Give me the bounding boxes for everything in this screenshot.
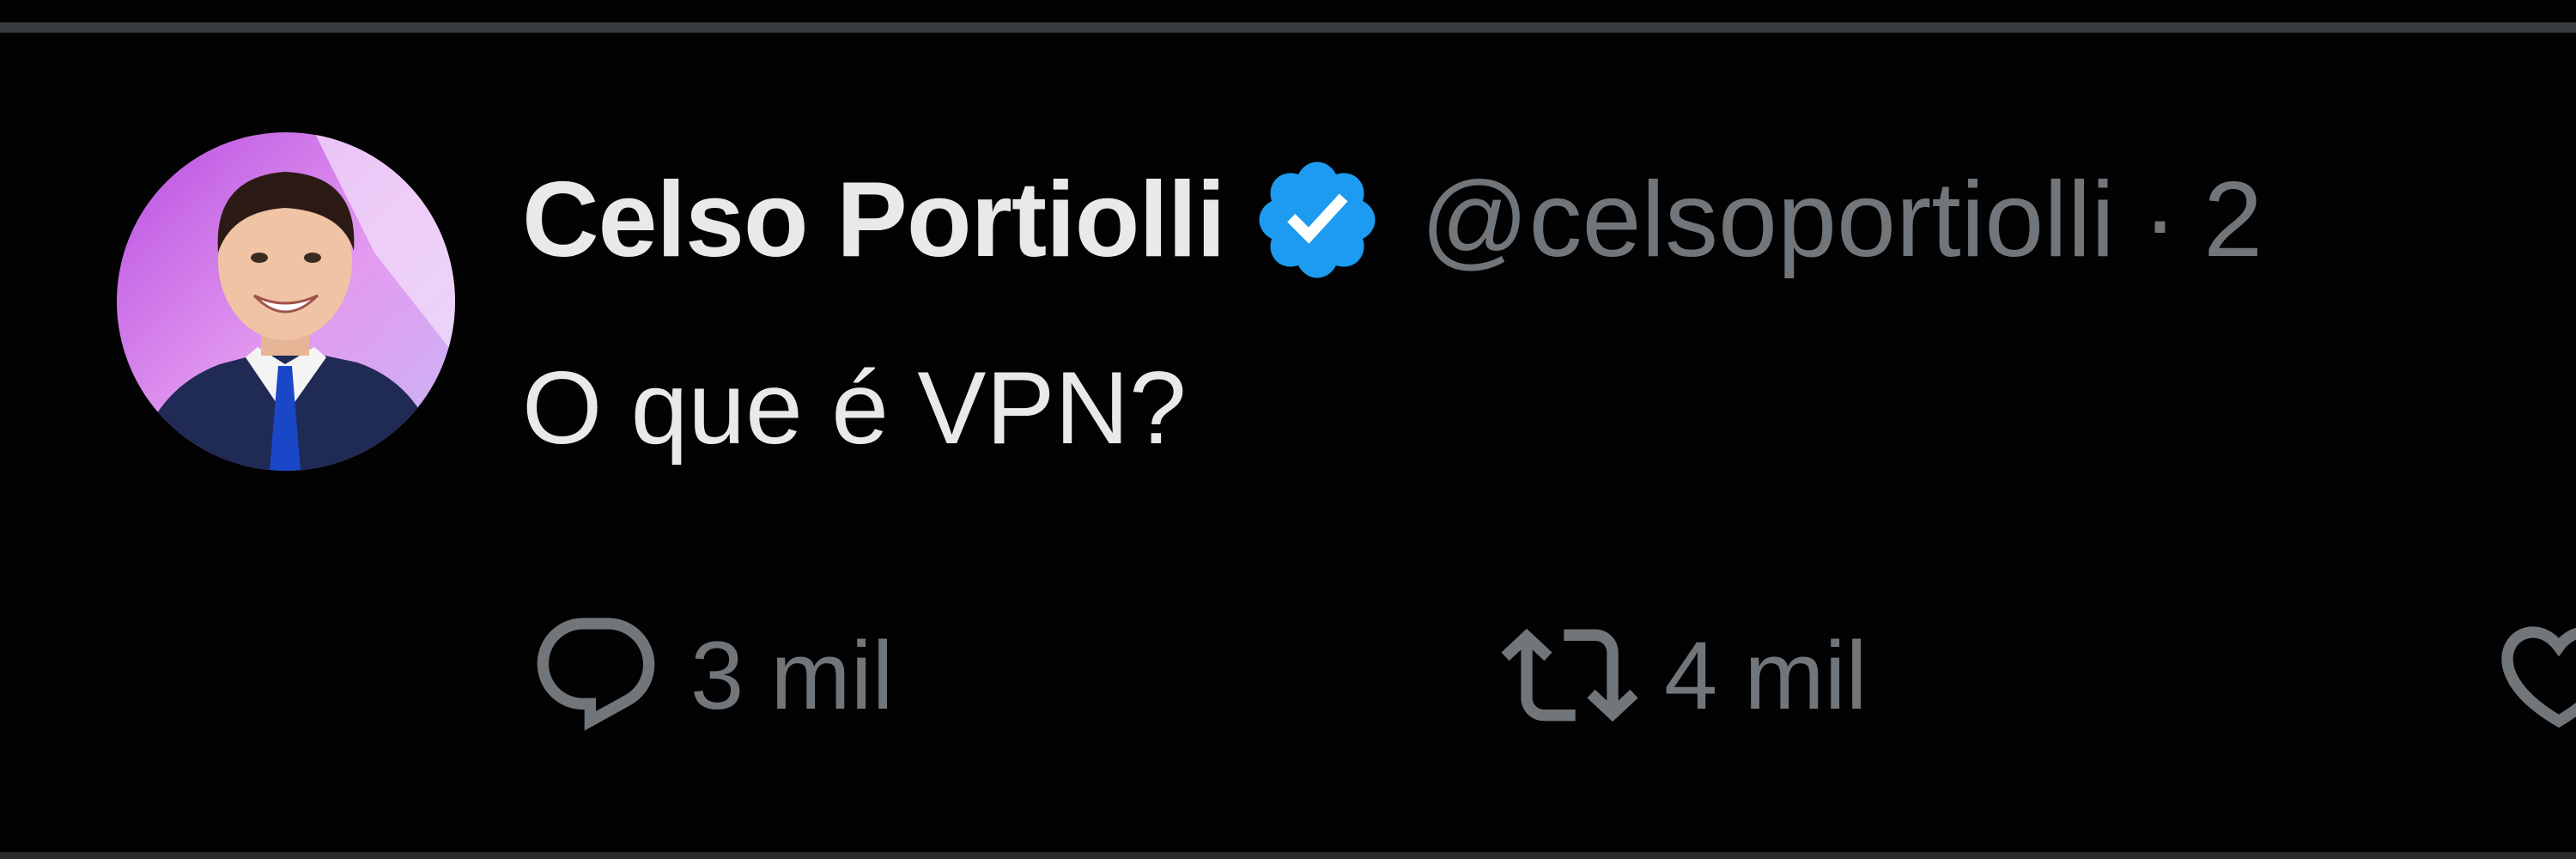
tweet-card: Celso Portiolli @celsoportiolli · 2 O qu… xyxy=(0,0,2576,859)
bottom-divider xyxy=(0,852,2576,859)
top-divider xyxy=(0,22,2576,33)
reply-count: 3 mil xyxy=(690,621,894,729)
reply-button[interactable]: 3 mil xyxy=(527,606,893,744)
avatar[interactable] xyxy=(117,132,455,471)
verified-badge-icon[interactable] xyxy=(1249,152,1385,288)
separator-dot: · xyxy=(2142,161,2178,279)
timestamp[interactable]: 2 xyxy=(2203,159,2263,281)
avatar-photo-icon xyxy=(117,132,455,471)
like-button[interactable] xyxy=(2490,606,2576,744)
retweet-icon xyxy=(1501,606,1638,744)
author-handle[interactable]: @celsoportiolli xyxy=(1421,159,2115,281)
author-display-name[interactable]: Celso Portiolli xyxy=(522,159,1226,281)
reply-icon xyxy=(527,606,665,744)
retweet-button[interactable]: 4 mil xyxy=(1501,606,1867,744)
tweet-text: O que é VPN? xyxy=(522,350,1187,466)
heart-icon xyxy=(2490,606,2576,744)
tweet-header: Celso Portiolli @celsoportiolli · 2 xyxy=(522,151,2263,289)
retweet-count: 4 mil xyxy=(1664,621,1868,729)
